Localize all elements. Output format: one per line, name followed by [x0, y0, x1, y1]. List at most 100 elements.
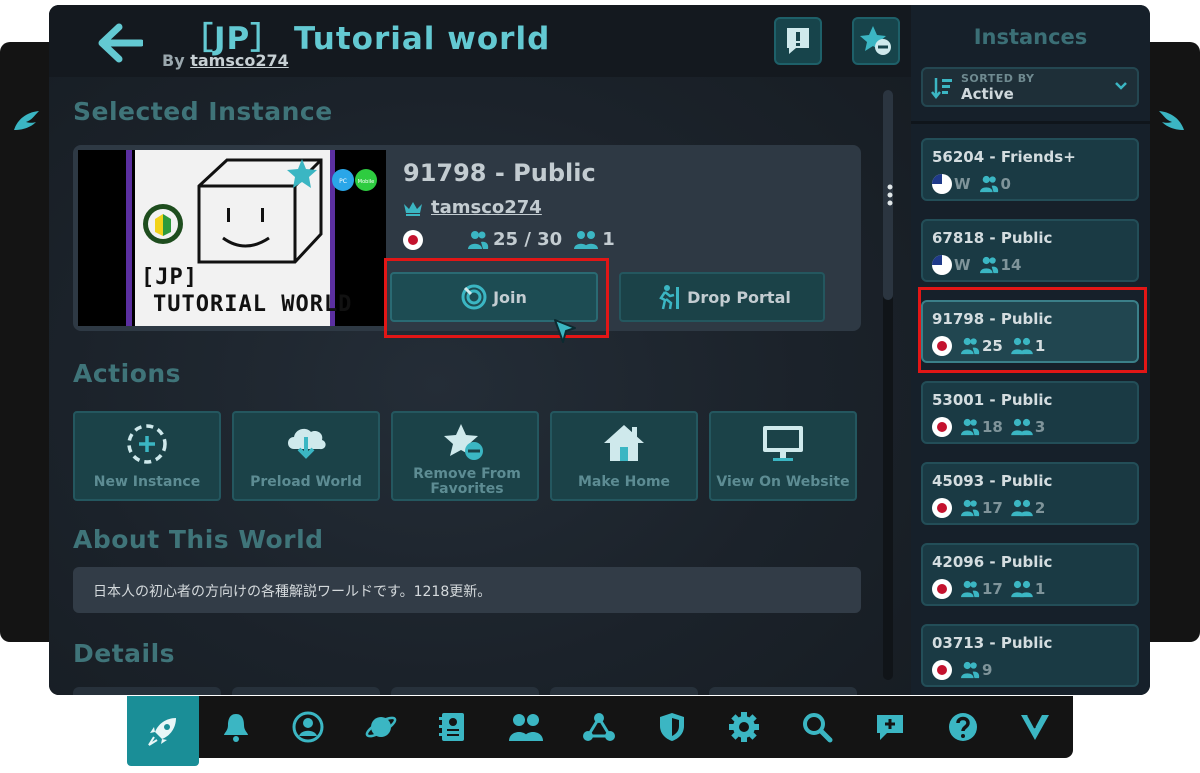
unfavorite-button[interactable] [852, 17, 900, 65]
world-thumbnail: [JP] TUTORIAL WORLD PC Mobile [78, 150, 386, 326]
cloud-download-icon [284, 423, 328, 463]
instance-player-count: 17 [982, 580, 1003, 598]
chat-plus-icon [877, 715, 903, 740]
instance-list-item-name: 56204 - Friends+ [932, 148, 1076, 166]
drag-handle-icon[interactable] [887, 183, 893, 207]
nav-vrchat-button[interactable] [999, 696, 1071, 758]
instance-list-item[interactable]: 42096 - Public 17 1 [921, 543, 1139, 606]
chevron-down-icon [1115, 82, 1127, 90]
help-icon [949, 713, 977, 741]
section-title-details: Details [73, 639, 176, 668]
preload-world-label: Preload World [250, 474, 362, 490]
details-scroll-area[interactable]: Selected Instance [JP] TUTORIAL WORLD PC… [49, 77, 911, 695]
detail-tile [550, 687, 698, 695]
view-on-website-button[interactable]: View On Website [709, 411, 857, 501]
friends-icon [1011, 580, 1033, 598]
instance-player-count: 18 [982, 418, 1003, 436]
preload-world-button[interactable]: Preload World [232, 411, 380, 501]
instance-list-item[interactable]: 03713 - Public 9 [921, 624, 1139, 687]
drop-portal-button[interactable]: Drop Portal [619, 272, 825, 322]
search-icon [803, 713, 833, 743]
nav-social-button[interactable] [490, 696, 562, 758]
mouse-cursor-icon [554, 319, 576, 343]
japan-flag-icon [932, 417, 952, 437]
instance-owner: tamsco274 [403, 197, 542, 218]
nav-help-button[interactable] [927, 696, 999, 758]
nav-groups-button[interactable] [563, 696, 635, 758]
main-panel: ［JP］ Tutorial world By tamsco274 Selecte… [49, 5, 911, 695]
nav-launch-button[interactable] [127, 696, 199, 766]
detail-tile [73, 687, 221, 695]
view-on-website-label: View On Website [716, 474, 850, 490]
platform-badge-mobile: Mobile [358, 179, 374, 185]
friends-icon [1011, 499, 1033, 517]
remove-from-favorites-button[interactable]: Remove From Favorites [391, 411, 539, 501]
nav-chat-button[interactable] [854, 696, 926, 758]
people-icon [509, 714, 543, 741]
us-flag-icon [932, 174, 952, 194]
instance-list-item[interactable]: 45093 - Public 17 2 [921, 462, 1139, 525]
instance-region-label: W [954, 256, 971, 274]
nav-safety-button[interactable] [636, 696, 708, 758]
sorted-by-label: SORTED BY [961, 72, 1035, 85]
japan-flag-icon [403, 229, 423, 250]
instance-list[interactable]: 56204 - Friends+ W 0 67818 - Public W 14… [911, 124, 1150, 695]
world-description: 日本人の初心者の方向けの各種解説ワールドです。1218更新。 [73, 567, 861, 613]
nav-worlds-button[interactable] [345, 696, 417, 758]
plus-circle-dashed-icon [125, 423, 169, 464]
people-icon [961, 661, 980, 679]
instance-list-item-name: 67818 - Public [932, 229, 1053, 247]
bottom-nav-bar [127, 696, 1073, 766]
crown-icon [404, 201, 422, 216]
us-flag-icon [932, 255, 952, 275]
remove-from-favorites-label: Remove From Favorites [413, 466, 521, 497]
scrollbar[interactable] [883, 90, 893, 680]
japan-flag-icon [932, 579, 952, 599]
people-icon [961, 418, 980, 436]
new-instance-button[interactable]: New Instance [73, 411, 221, 501]
instance-player-count: 0 [1000, 175, 1011, 193]
by-label: By [162, 51, 185, 70]
bell-icon [224, 714, 248, 742]
instance-list-item-stats: W 0 [932, 174, 1011, 194]
people-icon [979, 256, 998, 274]
thumbnail-text-line1: [JP] [141, 265, 198, 290]
nav-settings-button[interactable] [708, 696, 780, 758]
detail-tile [391, 687, 539, 695]
shield-icon [660, 713, 684, 741]
user-circle-icon [292, 711, 324, 743]
author-link[interactable]: tamsco274 [190, 51, 289, 70]
sort-dropdown[interactable]: SORTED BY Active [921, 67, 1139, 107]
platform-badges: PC Mobile [332, 169, 377, 191]
nav-notifications-button[interactable] [200, 696, 272, 758]
nav-profile-button[interactable] [272, 696, 344, 758]
star-minus-icon [860, 26, 891, 55]
make-home-label: Make Home [577, 474, 671, 490]
monitor-icon [761, 423, 805, 463]
wing-icon [1159, 111, 1184, 130]
author-line: By tamsco274 [162, 51, 289, 70]
new-instance-label: New Instance [93, 474, 201, 490]
network-icon [583, 713, 615, 741]
people-icon [468, 230, 489, 249]
friends-icon [574, 230, 599, 249]
instance-list-item[interactable]: 67818 - Public W 14 [921, 219, 1139, 282]
instance-region-label: W [954, 175, 971, 193]
rocket-icon [148, 718, 176, 746]
vrchat-logo-icon [1021, 714, 1049, 740]
nav-search-button[interactable] [781, 696, 853, 758]
nav-avatars-button[interactable] [417, 696, 489, 758]
report-button[interactable] [774, 17, 822, 65]
player-count-value: 25 / 30 [493, 229, 563, 250]
instance-list-item[interactable]: 56204 - Friends+ W 0 [921, 138, 1139, 201]
thumbnail-text-line2: TUTORIAL WORLD [153, 292, 353, 317]
instance-list-item[interactable]: 53001 - Public 18 3 [921, 381, 1139, 444]
instance-player-count: 9 [982, 661, 993, 679]
back-arrow-icon[interactable] [97, 23, 143, 63]
star-minus-icon [443, 423, 487, 463]
make-home-button[interactable]: Make Home [550, 411, 698, 501]
instance-stats: 25 / 30 1 [403, 229, 615, 250]
owner-link[interactable]: tamsco274 [431, 197, 542, 218]
drop-portal-icon [659, 285, 680, 310]
sidebar-title: Instances [973, 25, 1088, 49]
